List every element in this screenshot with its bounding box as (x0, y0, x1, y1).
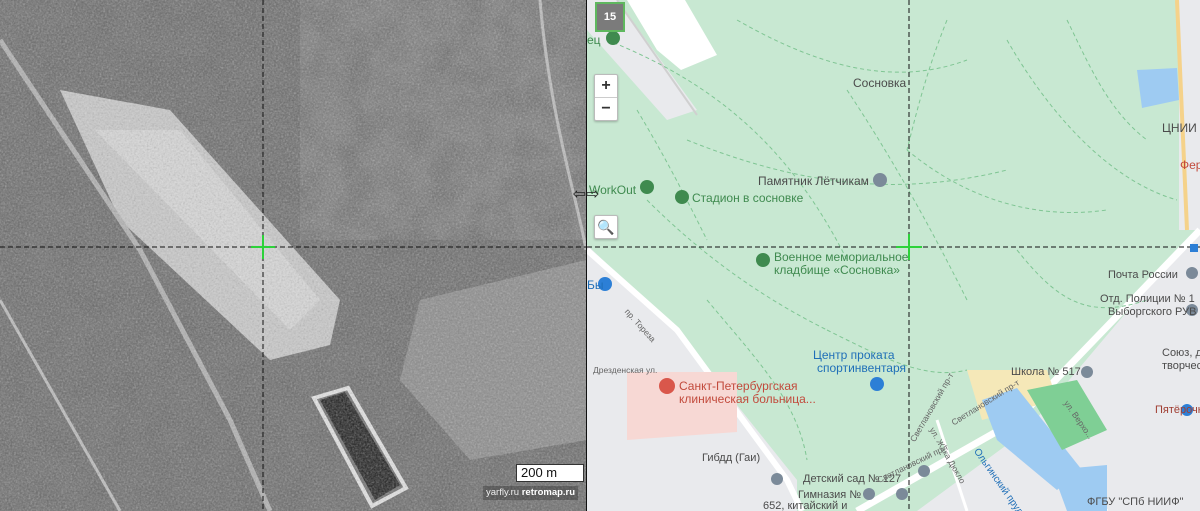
label-union-2[interactable]: творчест (1162, 360, 1200, 373)
watermark: yarfly.ru retromap.ru (483, 486, 579, 500)
zoom-in-button[interactable]: + (595, 75, 617, 97)
label-fer[interactable]: Фер (1180, 159, 1200, 172)
label-pochta[interactable]: Почта России (1108, 269, 1178, 282)
scale-bar: 200 m (516, 464, 584, 482)
zoom-control: + − (594, 74, 618, 121)
label-hospital-2[interactable]: клиническая больница... (679, 393, 816, 406)
label-sosnovka[interactable]: Сосновка (853, 77, 906, 90)
split-divider[interactable] (586, 0, 587, 511)
label-rental-2[interactable]: спортинвентаря (817, 362, 906, 375)
label-gibdd[interactable]: Гибдд (Гаи) (702, 452, 760, 465)
label-school[interactable]: Школа № 517 (1011, 366, 1081, 379)
label-cnii[interactable]: ЦНИИ (1162, 122, 1197, 135)
watermark-retromap: retromap.ru (521, 487, 576, 498)
street-map-pane[interactable]: 15 + − 🔍 ец Сосновка ЦНИИ Фер WorkOut Ст… (587, 0, 1200, 511)
label-monument[interactable]: Памятник Лётчикам (758, 175, 869, 188)
street-drezden: Дрезденская ул. (593, 365, 658, 375)
aerial-photo-pane[interactable]: 200 m yarfly.ru retromap.ru (0, 0, 586, 511)
label-union-1[interactable]: Союз, до (1162, 347, 1200, 360)
label-police-2[interactable]: Выборгского РУВ (1108, 306, 1196, 319)
label-top-fragment: ец (587, 33, 601, 47)
zoom-out-button[interactable]: − (595, 97, 617, 120)
search-icon[interactable]: 🔍 (594, 215, 618, 239)
label-police-1[interactable]: Отд. Полиции № 1 (1100, 293, 1195, 306)
label-stadium[interactable]: Стадион в сосновке (692, 192, 803, 205)
zoom-level-badge: 15 (595, 2, 625, 32)
label-chinese[interactable]: 652, китайский и (763, 500, 847, 511)
label-cemetery-2[interactable]: кладбище «Сосновка» (774, 264, 900, 277)
watermark-yarfly: yarfly.ru (486, 487, 520, 498)
aerial-photo (0, 0, 586, 511)
label-pyaterochka[interactable]: Пятёрочк (1155, 404, 1200, 417)
label-fgbu[interactable]: ФГБУ "СПб НИИФ" (1087, 496, 1183, 509)
split-handle-icon[interactable]: ⇦⇨ (568, 184, 604, 204)
label-bus-fragment: Бы (587, 278, 604, 292)
